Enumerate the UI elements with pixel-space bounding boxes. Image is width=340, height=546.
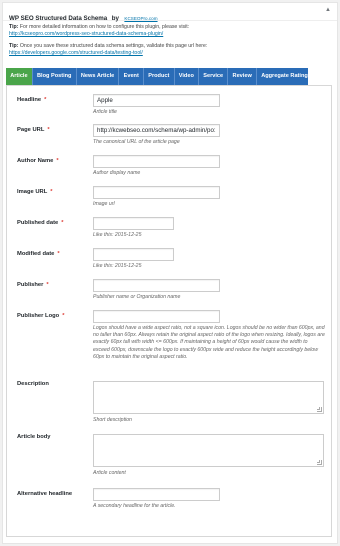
tab-aggregate-ratings[interactable]: Aggregate Ratings xyxy=(257,68,315,85)
tip-1: Tip: For more detailed information on ho… xyxy=(9,24,331,38)
publisher-logo-hint: Logos should have a wide aspect ratio, n… xyxy=(93,325,325,360)
tab-blog-posting[interactable]: Blog Posting xyxy=(33,68,77,85)
required-mark: * xyxy=(56,158,59,164)
author-name-hint: Author display name xyxy=(93,170,141,176)
brand-link[interactable]: KCSEOPro.com xyxy=(124,16,157,21)
resize-handle-icon[interactable] xyxy=(317,407,322,412)
tab-event[interactable]: Event xyxy=(119,68,145,85)
article-body-textarea[interactable] xyxy=(93,434,324,467)
schema-type-tabs: Article Blog Posting News Article Event … xyxy=(6,68,311,85)
required-mark: * xyxy=(47,127,50,133)
article-body-label: Article body xyxy=(17,434,51,440)
publisher-label: Publisher * xyxy=(17,282,49,288)
required-mark: * xyxy=(46,282,49,288)
headline-hint: Article title xyxy=(93,109,117,115)
author-name-input[interactable] xyxy=(93,155,220,168)
article-form: Headline * Apple Article title Page URL * … xyxy=(6,85,332,537)
tips-section: Tip: For more detailed information on ho… xyxy=(3,21,337,57)
alternative-headline-label: Alternative headline xyxy=(17,491,73,497)
author-name-label: Author Name * xyxy=(17,158,59,164)
publisher-logo-label: Publisher Logo * xyxy=(17,313,65,319)
resize-handle-icon[interactable] xyxy=(317,460,322,465)
required-mark: * xyxy=(61,220,64,226)
headline-input[interactable]: Apple xyxy=(93,94,220,107)
metabox-header: WP SEO Structured Data Schema by KCSEOPr… xyxy=(3,3,337,22)
article-body-hint: Article content xyxy=(93,470,126,476)
tab-video[interactable]: Video xyxy=(175,68,200,85)
tab-product[interactable]: Product xyxy=(144,68,175,85)
description-label: Description xyxy=(17,381,49,387)
modified-date-hint: Like this: 2015-12-25 xyxy=(93,263,142,269)
alternative-headline-hint: A secondary headline for the article. xyxy=(93,503,176,509)
collapse-toggle-icon[interactable]: ▲ xyxy=(325,7,331,13)
required-mark: * xyxy=(44,97,47,103)
image-url-input[interactable] xyxy=(93,186,220,199)
publisher-logo-input[interactable] xyxy=(93,310,220,323)
tab-article[interactable]: Article xyxy=(6,68,33,85)
metabox-title: WP SEO Structured Data Schema xyxy=(9,15,108,22)
page-url-input[interactable]: http://kcwebseo.com/schema/wp-admin/po: xyxy=(93,124,220,137)
testing-tool-link[interactable]: https://developers.google.com/structured… xyxy=(9,50,331,57)
description-textarea[interactable] xyxy=(93,381,324,414)
tab-service[interactable]: Service xyxy=(199,68,229,85)
published-date-input[interactable] xyxy=(93,217,174,230)
by-text: by xyxy=(111,15,119,22)
publisher-input[interactable] xyxy=(93,279,220,292)
plugin-info-link[interactable]: http://kcseopro.com/wordpress-seo-struct… xyxy=(9,31,331,38)
required-mark: * xyxy=(62,313,65,319)
image-url-label: Image URL * xyxy=(17,189,53,195)
tab-news-article[interactable]: News Article xyxy=(77,68,120,85)
published-date-label: Published date * xyxy=(17,220,64,226)
modified-date-label: Modified date * xyxy=(17,251,60,257)
tip-text: Once you save these structured data sche… xyxy=(19,43,208,49)
required-mark: * xyxy=(50,189,53,195)
alternative-headline-input[interactable] xyxy=(93,488,220,501)
tab-review[interactable]: Review xyxy=(228,68,257,85)
published-date-hint: Like this: 2015-12-25 xyxy=(93,232,142,238)
modified-date-input[interactable] xyxy=(93,248,174,261)
publisher-hint: Publisher name or Organization name xyxy=(93,294,181,300)
headline-label: Headline * xyxy=(17,97,47,103)
page-url-label: Page URL * xyxy=(17,127,50,133)
tip-label: Tip: xyxy=(9,43,19,49)
page-url-hint: The canonical URL of the article page xyxy=(93,139,180,145)
tip-2: Tip: Once you save these structured data… xyxy=(9,43,331,57)
image-url-hint: Image url xyxy=(93,201,115,207)
description-hint: Short description xyxy=(93,417,132,423)
required-mark: * xyxy=(57,251,60,257)
